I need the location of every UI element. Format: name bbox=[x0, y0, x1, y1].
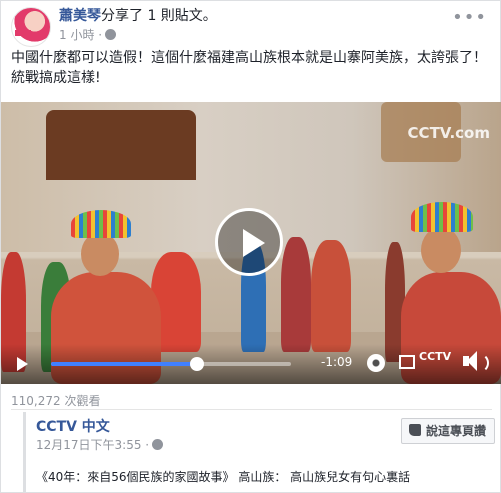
source-post-time: 12月17日下午3:55 · bbox=[36, 436, 164, 453]
facebook-post: 蕭美琴分享了 1 則貼文。 1 小時 · ••• 中國什麼都可以造假！這個什麼福… bbox=[0, 0, 501, 493]
like-page-button[interactable]: 說這專頁讚 bbox=[400, 418, 495, 444]
post-timestamp[interactable]: 1 小時 · bbox=[59, 28, 102, 42]
post-meta: 1 小時 · bbox=[59, 27, 117, 43]
post-header: 蕭美琴分享了 1 則貼文。 1 小時 · ••• bbox=[11, 5, 491, 47]
volume-wave-icon bbox=[479, 353, 489, 373]
video-dancer bbox=[281, 237, 311, 352]
source-description: 《40年：來自56個民族的家國故事》 高山族： 高山族兒女有句心裏話 bbox=[36, 470, 411, 484]
video-progress-bar[interactable] bbox=[51, 357, 291, 371]
poster-name-link[interactable]: 蕭美琴 bbox=[59, 8, 101, 24]
public-globe-icon bbox=[105, 29, 117, 40]
post-text: 中國什麼都可以造假！這個什麼福建高山族根本就是山寨阿美族，太誇張了！ 統戰搞成這… bbox=[11, 50, 487, 86]
settings-gear-icon[interactable] bbox=[367, 354, 385, 372]
poster-line: 蕭美琴分享了 1 則貼文。 bbox=[59, 6, 217, 26]
source-time-text[interactable]: 12月17日下午3:55 · bbox=[36, 438, 149, 452]
video-dancer-headdress bbox=[411, 202, 473, 232]
play-icon[interactable] bbox=[17, 357, 28, 371]
divider bbox=[11, 409, 492, 410]
video-channel-logo: CCTV bbox=[419, 350, 452, 363]
source-page-name[interactable]: CCTV 中文 bbox=[36, 416, 110, 436]
share-action-text: 分享了 1 則貼文。 bbox=[101, 8, 217, 24]
public-globe-icon bbox=[152, 439, 164, 450]
shared-post-attachment: CCTV 中文 12月17日下午3:55 · 說這專頁讚 《40年：來自56個民… bbox=[23, 412, 495, 492]
video-dancer-headdress bbox=[71, 210, 131, 238]
fullscreen-icon[interactable] bbox=[399, 355, 415, 369]
video-dancer bbox=[311, 240, 351, 352]
poster-avatar[interactable] bbox=[11, 7, 51, 47]
video-dancer-head bbox=[421, 227, 461, 273]
video-carving-decoration bbox=[46, 110, 196, 180]
like-page-label: 說這專頁讚 bbox=[425, 424, 486, 438]
thumbs-up-icon bbox=[408, 424, 421, 436]
volume-icon[interactable] bbox=[463, 351, 477, 371]
video-scrubber-handle[interactable] bbox=[190, 357, 205, 371]
video-progress-fill bbox=[51, 362, 198, 366]
video-dancer-head bbox=[81, 232, 119, 276]
view-count[interactable]: 110,272 次觀看 bbox=[11, 392, 100, 409]
video-watermark: CCTV.com bbox=[407, 124, 490, 142]
more-options-icon[interactable]: ••• bbox=[452, 7, 487, 28]
video-time-remaining: -1:09 bbox=[321, 355, 353, 369]
play-icon bbox=[243, 229, 265, 257]
video-controls: -1:09 CCTV bbox=[1, 344, 501, 384]
video-player[interactable]: CCTV.com -1:09 CCTV bbox=[1, 102, 501, 384]
video-play-button[interactable] bbox=[215, 208, 283, 276]
